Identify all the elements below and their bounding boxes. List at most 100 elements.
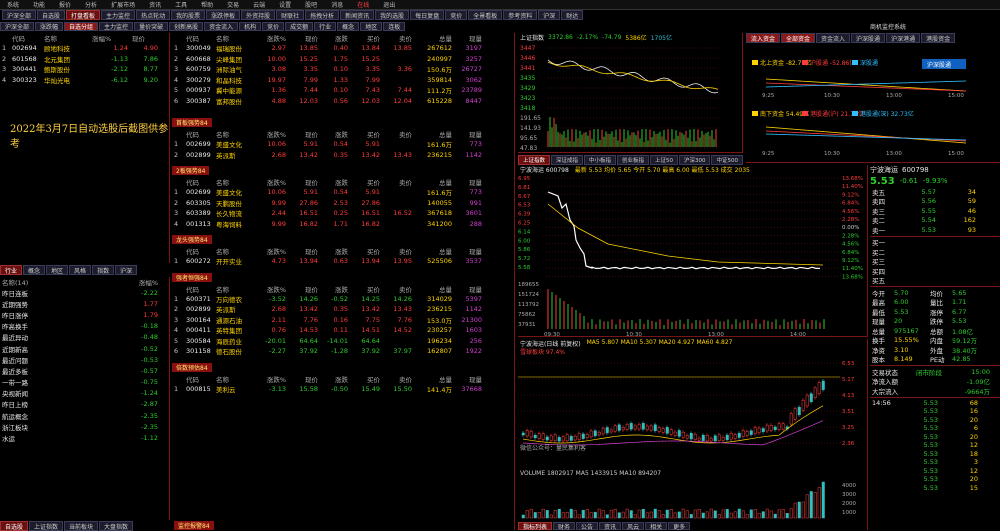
sector-tab[interactable]: 地区 xyxy=(46,265,69,275)
main-tab[interactable]: 我的股票 xyxy=(171,10,206,20)
menu-item[interactable]: 在线 xyxy=(350,0,376,9)
column-header[interactable]: 总量 xyxy=(414,284,454,294)
column-header[interactable]: 现量 xyxy=(454,374,484,384)
column-header[interactable]: 卖价 xyxy=(382,33,414,43)
menu-item[interactable]: 资讯 xyxy=(142,0,168,9)
list-item[interactable]: 近期强势 1.77 xyxy=(0,298,169,309)
main-tab[interactable]: 热点轮动 xyxy=(136,10,171,20)
sub-tab[interactable]: 行业 xyxy=(314,22,337,31)
main-tab[interactable]: 主力监控 xyxy=(101,10,136,20)
main-tab[interactable]: 我的选股 xyxy=(375,10,410,20)
column-header[interactable]: 买价 xyxy=(350,284,382,294)
column-header[interactable]: 卖价 xyxy=(382,246,414,256)
table-row[interactable]: 1 002694 顾地科技 1.24 4.90 xyxy=(0,43,169,54)
group-label[interactable]: 首板强势84 xyxy=(172,118,212,127)
main-tab[interactable]: 涨跌停板 xyxy=(206,10,241,20)
flow-tab[interactable]: 沪深股通 xyxy=(851,33,886,43)
column-header[interactable]: 买价 xyxy=(350,129,382,139)
column-header[interactable]: 买价 xyxy=(350,177,382,187)
column-header[interactable]: 名称 xyxy=(214,177,254,187)
main-tab[interactable]: 自选股 xyxy=(37,10,66,20)
column-header[interactable]: 现价 xyxy=(288,129,320,139)
column-header[interactable]: 现量 xyxy=(454,177,484,187)
table-row[interactable]: 1 000815 美利云 -3.13 15.58 -0.50 15.49 15.50 141.4… xyxy=(172,384,514,395)
column-header[interactable]: 名称 xyxy=(214,246,254,256)
column-header[interactable]: 现价 xyxy=(288,246,320,256)
table-row[interactable]: 1 600272 开开实业 4.73 13.94 0.63 13.94 13.95 525506… xyxy=(172,256,514,267)
sector-tab[interactable]: 沪深 xyxy=(115,265,138,275)
monitor-label[interactable]: 商机监控系统 xyxy=(870,22,906,31)
chart-tab[interactable]: 指标列表 xyxy=(518,522,553,531)
sector-tab[interactable]: 指数 xyxy=(92,265,115,275)
column-header[interactable]: 买价 xyxy=(350,33,382,43)
column-header[interactable]: 名称 xyxy=(214,284,254,294)
group-label[interactable]: 监控报警84 xyxy=(174,521,214,530)
table-row[interactable]: 4 001313 粤海饲料 9.99 16.82 1.71 16.82 341200 288 xyxy=(172,219,514,230)
menu-item[interactable]: 工具 xyxy=(168,0,194,9)
index-tab[interactable]: 上证指数 xyxy=(518,155,550,165)
column-header[interactable]: 代码 xyxy=(184,246,214,256)
table-row[interactable]: 2 600668 尖峰集团 10.00 15.25 1.75 15.25 240997 3257 xyxy=(172,54,514,65)
column-header[interactable]: 涨跌% xyxy=(254,129,288,139)
main-tab[interactable]: 财联社 xyxy=(276,10,305,20)
index-tab[interactable]: 上证50 xyxy=(650,155,678,165)
sector-tab[interactable]: 风格 xyxy=(69,265,92,275)
sub-tab[interactable]: 资金流入 xyxy=(204,22,239,31)
table-row[interactable]: 1 300049 福瑞股份 2.97 13.85 0.40 13.84 13.85 267612… xyxy=(172,43,514,54)
column-header[interactable]: 卖价 xyxy=(382,284,414,294)
flow-tab[interactable]: 沪深港通 xyxy=(886,33,921,43)
list-item[interactable]: 昨日连板 -2.22 xyxy=(0,287,169,298)
column-header[interactable]: 涨跌% xyxy=(254,284,288,294)
sub-tab[interactable]: 自选分组 xyxy=(64,22,99,31)
menu-item[interactable]: 报价 xyxy=(52,0,78,9)
flow-tab[interactable]: 流入资金 xyxy=(746,33,781,43)
column-header[interactable]: 总量 xyxy=(414,129,454,139)
column-header[interactable]: 涨幅% xyxy=(110,277,160,287)
sub-tab[interactable]: 机构 xyxy=(239,22,262,31)
column-header[interactable]: 涨跌 xyxy=(320,129,350,139)
list-item[interactable]: 浙江板块 -2.35 xyxy=(0,421,169,432)
sub-tab[interactable]: 涨跌幅 xyxy=(35,22,64,31)
column-header[interactable]: 代码 xyxy=(184,284,214,294)
table-row[interactable]: 5 300584 海辰药业 -20.01 64.64 -14.01 64.64 196234 2… xyxy=(172,336,514,347)
index-tab[interactable]: 中证500 xyxy=(711,155,743,165)
column-header[interactable]: 名称 xyxy=(214,374,254,384)
list-item[interactable]: 昨日涨停 1.79 xyxy=(0,309,169,320)
list-item[interactable]: 最近异动 -0.48 xyxy=(0,332,169,343)
table-row[interactable]: 3 300164 通源石油 2.11 7.76 0.16 7.75 7.76 153.0万 213… xyxy=(172,315,514,326)
chart-tab[interactable]: 财务 xyxy=(553,522,576,531)
column-header[interactable]: 涨跌% xyxy=(254,177,288,187)
main-tab[interactable]: 沪深 xyxy=(538,10,561,20)
table-row[interactable]: 3 300441 鲍斯股份 -2.12 8.77 xyxy=(0,64,169,75)
column-header[interactable]: 现价 xyxy=(288,374,320,384)
list-item[interactable]: 一带一路 -0.75 xyxy=(0,377,169,388)
sub-tab[interactable]: 量价突破 xyxy=(134,22,169,31)
main-tab[interactable]: 参考资料 xyxy=(503,10,538,20)
menu-item[interactable]: 股吧 xyxy=(298,0,324,9)
list-item[interactable]: 昨日上榜 -2.87 xyxy=(0,399,169,410)
main-tab[interactable]: 新闻资讯 xyxy=(340,10,375,20)
table-row[interactable]: 2 601568 北元集团 -1.13 7.86 xyxy=(0,54,169,65)
sub-tab[interactable]: 连板 xyxy=(383,22,406,31)
table-row[interactable]: 3 600759 洲际油气 3.08 3.35 0.10 3.35 3.36 150.6万 267… xyxy=(172,64,514,75)
column-header[interactable]: 涨跌 xyxy=(320,246,350,256)
sector-tab[interactable]: 概念 xyxy=(23,265,46,275)
column-header[interactable]: 涨跌 xyxy=(320,284,350,294)
column-header[interactable]: 总量 xyxy=(414,33,454,43)
table-row[interactable]: 4 000411 英特集团 0.76 14.53 0.11 14.51 14.52 230257… xyxy=(172,325,514,336)
column-header[interactable]: 名称 xyxy=(214,33,254,43)
menu-item[interactable]: 设置 xyxy=(272,0,298,9)
chart-tab[interactable]: 风云 xyxy=(622,522,645,531)
menu-item[interactable]: 云端 xyxy=(246,0,272,9)
table-row[interactable]: 2 002899 英派斯 2.68 13.42 0.35 13.42 13.43 236215 1… xyxy=(172,304,514,315)
column-header[interactable]: 卖价 xyxy=(382,177,414,187)
flow-tab[interactable]: 全部资金 xyxy=(781,33,816,43)
chart-tab[interactable]: 相关 xyxy=(645,522,668,531)
sub-tab[interactable]: 创新高股 xyxy=(169,22,204,31)
list-item[interactable]: 近期新高 -0.52 xyxy=(0,343,169,354)
table-row[interactable]: 4 300323 华灿光电 -6.12 9.20 xyxy=(0,75,169,86)
table-row[interactable]: 1 600371 万向德农 -3.52 14.26 -0.52 14.25 14.26 3140… xyxy=(172,294,514,305)
list-item[interactable]: 水运 -1.12 xyxy=(0,432,169,443)
sector-tab[interactable]: 行业 xyxy=(0,265,23,275)
table-row[interactable]: 2 603305 天鹏股份 9.99 27.86 2.53 27.86 140055 991 xyxy=(172,198,514,209)
